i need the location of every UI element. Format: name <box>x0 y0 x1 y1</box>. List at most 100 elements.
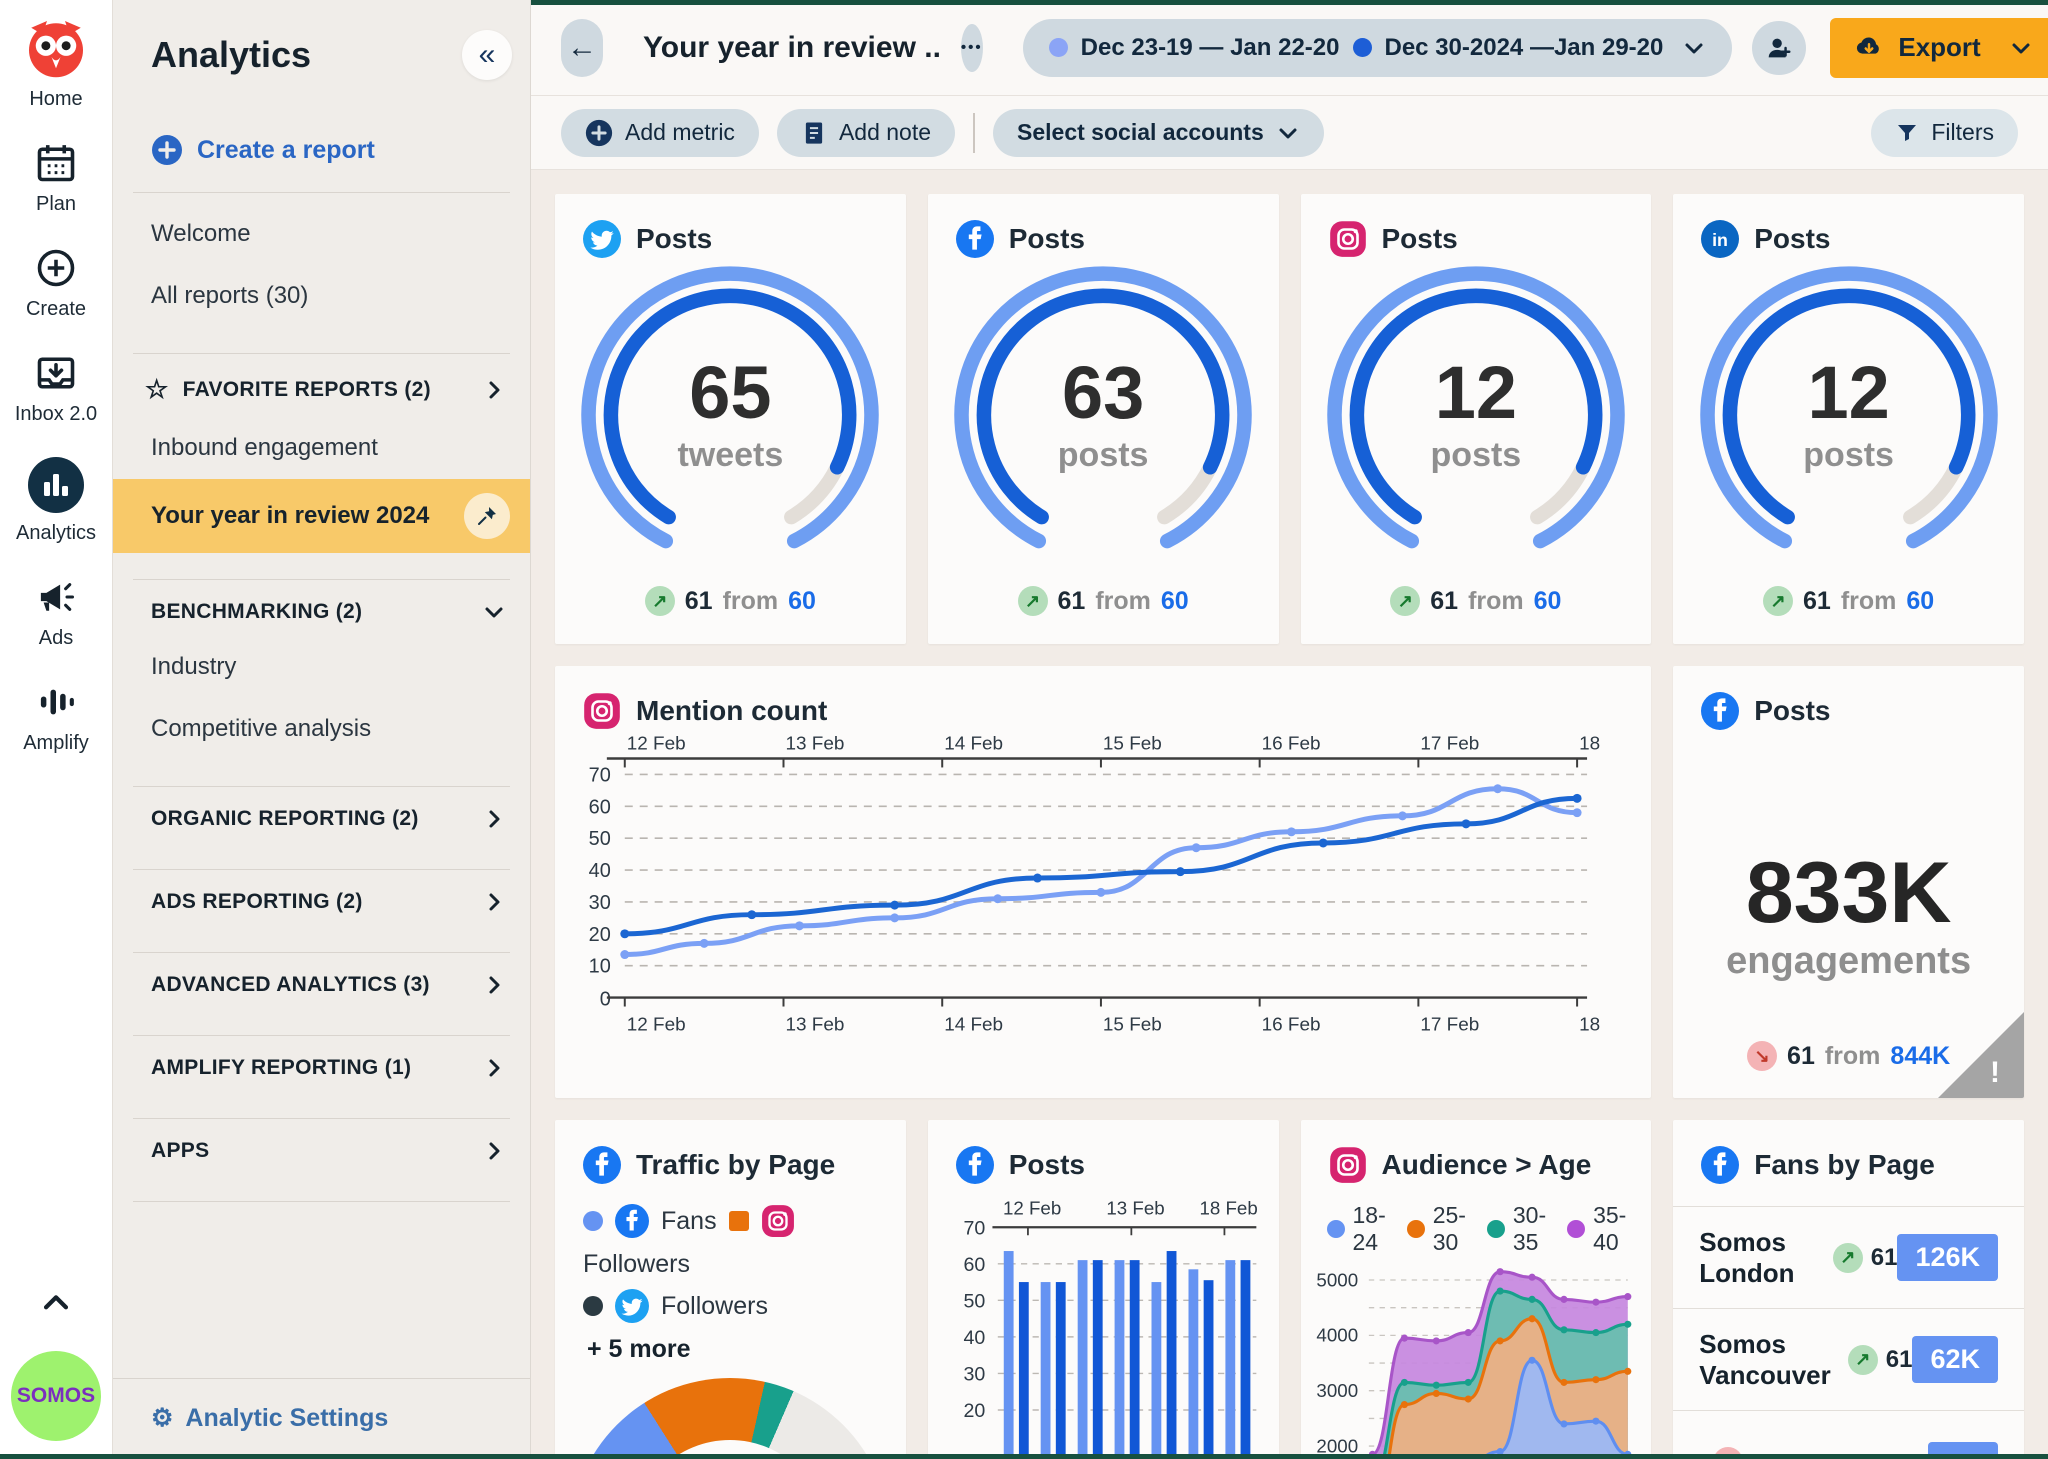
svg-text:5000: 5000 <box>1316 1269 1358 1290</box>
sidebar-item-year-in-review-active[interactable]: Your year in review 2024 <box>113 479 530 553</box>
delta-stat: ↗ 61from60 <box>555 586 906 616</box>
mention-count-card[interactable]: Mention count 12 Feb13 Feb14 Feb15 Feb16… <box>555 666 1651 1098</box>
fan-count-badge[interactable]: 126K <box>1897 1234 1998 1281</box>
svg-text:10: 10 <box>589 956 611 978</box>
trend-up-icon: ↗ <box>1848 1345 1878 1375</box>
svg-text:60: 60 <box>589 796 611 818</box>
rail-item-analytics[interactable]: Analytics <box>16 456 96 545</box>
facebook-icon <box>956 1146 994 1184</box>
kpi-value: 833K <box>1746 850 1952 936</box>
engagements-card[interactable]: Posts 833K engagements ↘ 61from844K ! <box>1673 666 2024 1098</box>
svg-text:4000: 4000 <box>1316 1325 1358 1346</box>
org-avatar[interactable]: SOMOS <box>11 1351 101 1441</box>
instagram-icon <box>583 692 621 730</box>
rail-item-plan[interactable]: Plan <box>34 141 78 216</box>
rail-item-inbox[interactable]: Inbox 2.0 <box>15 351 97 426</box>
area-legend: 18-24 25-30 30-35 35-40 <box>1301 1184 1652 1256</box>
scroll-up-chevron[interactable] <box>39 1286 73 1325</box>
fan-row-somos-london[interactable]: Somos London ↗61 126K <box>1673 1206 2024 1308</box>
amplify-reporting-header[interactable]: AMPLIFY REPORTING (1) <box>113 1036 530 1092</box>
facebook-icon <box>956 220 994 258</box>
instagram-icon <box>1329 220 1367 258</box>
gear-icon: ⚙ <box>151 1403 173 1433</box>
share-add-user-button[interactable] <box>1752 21 1806 75</box>
legend-square <box>729 1211 749 1231</box>
delta-stat: ↗ 61from60 <box>1673 586 2024 616</box>
advanced-analytics-header[interactable]: ADVANCED ANALYTICS (3) <box>113 953 530 1009</box>
sidebar-item-industry[interactable]: Industry <box>113 636 530 698</box>
rail-item-ads[interactable]: Ads <box>34 575 78 650</box>
analytic-settings-button[interactable]: ⚙ Analytic Settings <box>113 1378 530 1459</box>
trend-up-icon: ↗ <box>1833 1243 1863 1273</box>
delta-stat: ↗ 61from60 <box>1301 586 1652 616</box>
filters-button[interactable]: Filters <box>1871 109 2018 157</box>
facebook-icon <box>615 1204 649 1238</box>
hootsuite-owl-logo <box>18 12 94 84</box>
rail-item-amplify[interactable]: Amplify <box>23 680 89 755</box>
date-range-picker[interactable]: Dec 23-19 — Jan 22-20 Dec 30-2024 —Jan 2… <box>1023 19 1733 77</box>
app-rail: Home Plan Create Inbox 2.0 Analytics Ads… <box>0 0 113 1459</box>
svg-text:17 Feb: 17 Feb <box>1420 734 1479 755</box>
metric-card-facebook-posts[interactable]: Posts 63posts ↗ 61from60 <box>928 194 1279 644</box>
kpi-unit: engagements <box>1726 940 1971 983</box>
fan-row-somos-vancouver[interactable]: Somos Vancouver ↗61 62K <box>1673 1308 2024 1410</box>
report-toolbar: Add metric Add note Select social accoun… <box>531 96 2048 170</box>
megaphone-icon <box>34 575 78 619</box>
svg-text:16 Feb: 16 Feb <box>1262 1014 1321 1034</box>
chevron-down-icon[interactable] <box>2009 36 2033 60</box>
sidebar-item-all-reports[interactable]: All reports (30) <box>113 265 530 327</box>
traffic-by-page-card[interactable]: Traffic by Page Fans Followers Followers <box>555 1120 906 1459</box>
metric-card-instagram-posts[interactable]: Posts 12posts ↗ 61from60 <box>1301 194 1652 644</box>
rail-item-home[interactable]: Home <box>18 6 94 111</box>
ads-reporting-header[interactable]: ADS REPORTING (2) <box>113 870 530 926</box>
trend-up-icon: ↗ <box>1390 586 1420 616</box>
organic-reporting-header[interactable]: ORGANIC REPORTING (2) <box>113 787 530 843</box>
instagram-icon <box>761 1204 795 1238</box>
create-report-button[interactable]: Create a report <box>151 134 530 166</box>
chevron-right-icon <box>482 973 506 997</box>
warning-corner[interactable] <box>1938 1012 2024 1098</box>
sidebar-item-competitive-analysis[interactable]: Competitive analysis <box>113 698 530 760</box>
facebook-icon <box>1701 692 1739 730</box>
main-area: ← Your year in review .. ••• Dec 23-19 —… <box>531 0 2048 1459</box>
metric-card-linkedin-posts[interactable]: inPosts 12posts ↗ 61from60 <box>1673 194 2024 644</box>
collapse-sidebar-button[interactable]: « <box>462 30 512 80</box>
back-button[interactable]: ← <box>561 19 603 77</box>
chevron-right-icon <box>482 1056 506 1080</box>
donut-legend: Fans Followers Followers + 5 more <box>555 1184 906 1364</box>
traffic-donut-chart <box>570 1378 890 1459</box>
fan-row-partial[interactable]: ↘ <box>1673 1410 2024 1459</box>
fans-by-page-card[interactable]: Fans by Page Somos London ↗61 126K Somos… <box>1673 1120 2024 1459</box>
add-metric-button[interactable]: Add metric <box>561 109 759 157</box>
audience-age-card[interactable]: Audience > Age 18-24 25-30 30-35 35-40 5… <box>1301 1120 1652 1459</box>
posts-bar-card[interactable]: Posts 12 Feb13 Feb18 Feb706050403020 <box>928 1120 1279 1459</box>
delta-stat: ↗ 61from60 <box>928 586 1279 616</box>
svg-text:15 Feb: 15 Feb <box>1103 734 1162 755</box>
pin-icon[interactable] <box>464 493 510 539</box>
chevron-down-icon <box>1682 36 1706 60</box>
select-social-accounts-button[interactable]: Select social accounts <box>993 109 1324 157</box>
export-button[interactable]: Export <box>1830 18 2048 78</box>
divider <box>133 192 510 193</box>
add-note-button[interactable]: Add note <box>777 109 955 157</box>
apps-header[interactable]: APPS <box>113 1119 530 1175</box>
legend-dot <box>583 1211 603 1231</box>
divider <box>133 1201 510 1202</box>
benchmarking-header[interactable]: BENCHMARKING (2) <box>113 580 530 636</box>
svg-text:17 Feb: 17 Feb <box>1420 1014 1479 1034</box>
fan-count-badge[interactable]: 62K <box>1912 1336 1998 1383</box>
sidebar-item-welcome[interactable]: Welcome <box>113 203 530 265</box>
more-options-button[interactable]: ••• <box>961 24 983 72</box>
svg-text:13 Feb: 13 Feb <box>785 734 844 755</box>
favorite-reports-header[interactable]: ☆ FAVORITE REPORTS (2) <box>113 354 530 417</box>
trend-up-icon: ↗ <box>1018 586 1048 616</box>
svg-text:18 Feb: 18 Feb <box>1579 1014 1603 1034</box>
chevron-down-icon <box>1276 121 1300 145</box>
fans-list: Somos London ↗61 126K Somos Vancouver ↗6… <box>1673 1206 2024 1459</box>
rail-item-create[interactable]: Create <box>26 246 86 321</box>
report-canvas: Posts 65tweets ↗ 61from60 Posts 63posts … <box>531 170 2048 1459</box>
legend-more[interactable]: + 5 more <box>587 1335 691 1364</box>
sidebar-item-inbound-engagement[interactable]: Inbound engagement <box>113 417 530 479</box>
svg-text:0: 0 <box>600 989 611 1011</box>
metric-card-twitter-posts[interactable]: Posts 65tweets ↗ 61from60 <box>555 194 906 644</box>
